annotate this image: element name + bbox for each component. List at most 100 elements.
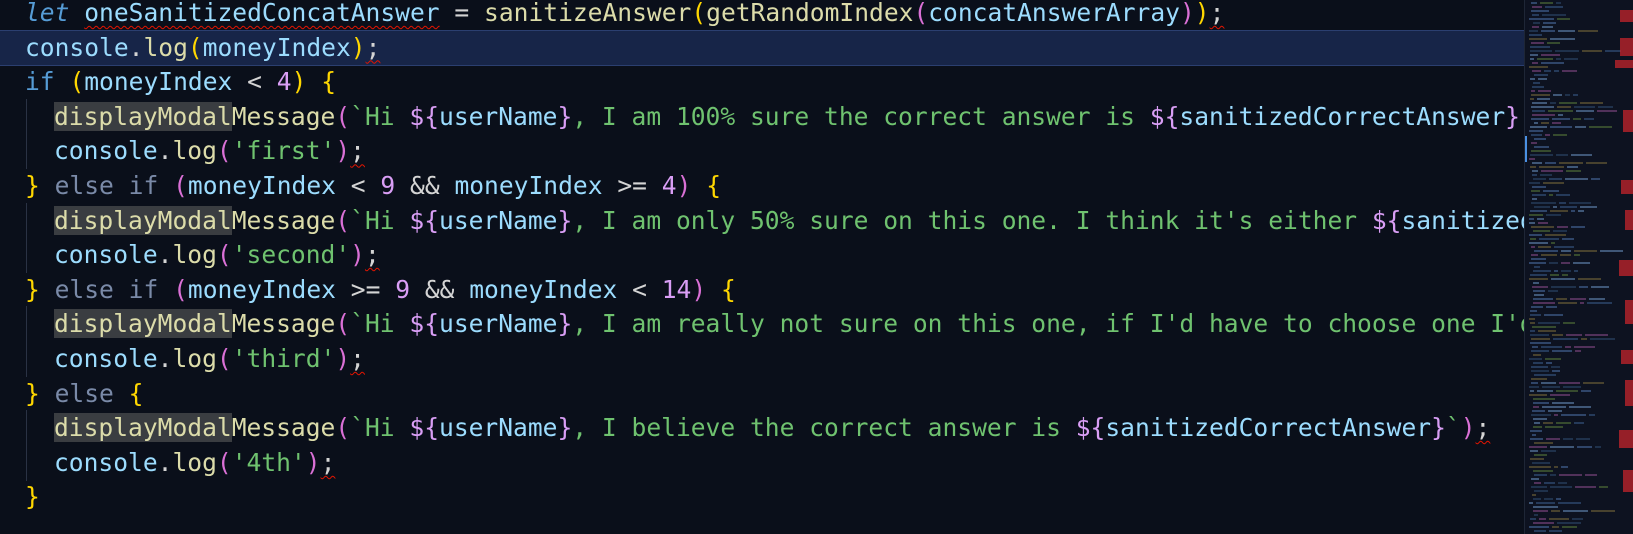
code-token: moneyIndex <box>454 171 603 200</box>
code-text: } else { <box>25 376 143 412</box>
minimap-line <box>1580 206 1597 208</box>
code-token: `Hi <box>350 205 410 235</box>
minimap-line <box>1533 290 1545 292</box>
code-token: moneyIndex <box>469 274 618 304</box>
minimap-line <box>1542 386 1560 388</box>
code-line[interactable]: console.log('4th'); <box>0 444 1588 481</box>
minimap-line <box>1549 262 1558 264</box>
code-line[interactable]: console.log('second'); <box>0 237 1588 274</box>
minimap-line <box>1530 450 1538 452</box>
code-line[interactable]: } else { <box>0 376 1588 412</box>
minimap-line <box>1529 502 1533 504</box>
minimap-line <box>1598 106 1613 108</box>
code-token: sanitizeAnswer <box>484 0 692 27</box>
minimap-line <box>1577 446 1592 448</box>
minimap-line <box>1548 110 1573 112</box>
code-token: ; <box>1209 0 1225 27</box>
minimap-line <box>1531 350 1549 352</box>
minimap-line <box>1562 274 1568 276</box>
code-token: >= <box>602 171 662 200</box>
minimap-line <box>1552 350 1572 352</box>
code-token: else if <box>39 171 174 200</box>
indent-guide <box>26 306 27 343</box>
minimap-line <box>1531 382 1538 384</box>
minimap-line <box>1546 362 1552 364</box>
code-line[interactable]: let oneSanitizedConcatAnswer = sanitizeA… <box>0 0 1588 31</box>
minimap-line <box>1529 38 1547 40</box>
minimap-line <box>1534 422 1540 424</box>
minimap-line <box>1544 314 1563 316</box>
minimap-line <box>1573 118 1581 120</box>
minimap-line <box>1550 126 1572 128</box>
minimap-line <box>1529 158 1535 160</box>
code-token: ) <box>335 136 351 166</box>
code-line[interactable]: displayModalMessage(`Hi ${userName}, I a… <box>0 98 1588 135</box>
minimap-line <box>1556 58 1561 60</box>
code-line[interactable]: } else if (moneyIndex < 9 && moneyIndex … <box>0 168 1588 204</box>
minimap-line <box>1541 346 1562 348</box>
code-token: ) <box>350 240 365 270</box>
minimap-line <box>1534 74 1548 76</box>
minimap-line <box>1552 370 1560 372</box>
minimap-line <box>1541 254 1557 256</box>
code-token: } <box>557 101 573 131</box>
code-line[interactable]: } <box>0 479 1588 515</box>
code-line[interactable]: displayModalMessage(`Hi ${userName}, I a… <box>0 202 1588 239</box>
code-text: displayModalMessage(`Hi ${userName}, I a… <box>54 306 1588 342</box>
minimap-line <box>1544 70 1551 72</box>
minimap-line <box>1537 58 1553 60</box>
minimap-line <box>1567 166 1578 168</box>
code-token: '4th' <box>231 447 306 477</box>
minimap-line <box>1551 278 1575 280</box>
minimap-line <box>1581 390 1591 392</box>
minimap-line <box>1531 370 1549 372</box>
code-editor[interactable]: let oneSanitizedConcatAnswer = sanitizeA… <box>0 0 1633 534</box>
minimap-line <box>1532 114 1555 116</box>
code-line[interactable]: console.log('third'); <box>0 341 1588 377</box>
minimap-line <box>1541 30 1555 32</box>
minimap-line <box>1563 386 1581 388</box>
code-token: { <box>128 378 144 408</box>
minimap-line <box>1554 414 1558 416</box>
minimap-line <box>1533 282 1539 284</box>
minimap-line <box>1581 338 1587 340</box>
minimap-line <box>1554 246 1574 248</box>
code-line[interactable]: displayModalMessage(`Hi ${userName}, I a… <box>0 306 1588 343</box>
code-token: ) <box>676 171 692 200</box>
minimap-line <box>1545 426 1563 428</box>
code-token: ( <box>335 205 351 235</box>
code-token: { <box>721 274 736 304</box>
minimap-line <box>1553 134 1567 136</box>
code-token: ) <box>350 32 366 62</box>
code-line[interactable]: console.log('first'); <box>0 133 1588 170</box>
minimap-line <box>1542 14 1566 16</box>
minimap-line <box>1541 122 1549 124</box>
minimap-line <box>1595 446 1601 448</box>
minimap-line <box>1529 214 1543 216</box>
code-token: 9 <box>380 171 396 200</box>
code-line[interactable]: displayModalMessage(`Hi ${userName}, I b… <box>0 410 1588 447</box>
code-token: . <box>157 240 173 270</box>
code-area[interactable]: let oneSanitizedConcatAnswer = sanitizeA… <box>0 0 1588 534</box>
minimap-line <box>1545 234 1566 236</box>
code-text: if (moneyIndex < 4) { <box>25 64 336 100</box>
minimap-line <box>1534 138 1546 140</box>
minimap-line <box>1554 70 1559 72</box>
code-line[interactable]: console.log(moneyIndex); <box>0 29 1588 66</box>
code-line[interactable]: if (moneyIndex < 4) { <box>0 64 1588 100</box>
minimap-line <box>1543 422 1553 424</box>
minimap-line <box>1529 34 1542 36</box>
code-text: console.log('4th'); <box>54 445 335 481</box>
code-line[interactable]: } else if (moneyIndex >= 9 && moneyIndex… <box>0 272 1588 308</box>
minimap-line <box>1550 474 1556 476</box>
minimap-line <box>1573 262 1590 264</box>
minimap[interactable] <box>1524 0 1633 534</box>
minimap-line <box>1549 178 1562 180</box>
code-text: displayModalMessage(`Hi ${userName}, I b… <box>54 410 1490 446</box>
minimap-error-marker <box>1623 470 1633 492</box>
minimap-line <box>1531 118 1549 120</box>
minimap-line <box>1532 434 1536 436</box>
minimap-line <box>1590 338 1615 340</box>
